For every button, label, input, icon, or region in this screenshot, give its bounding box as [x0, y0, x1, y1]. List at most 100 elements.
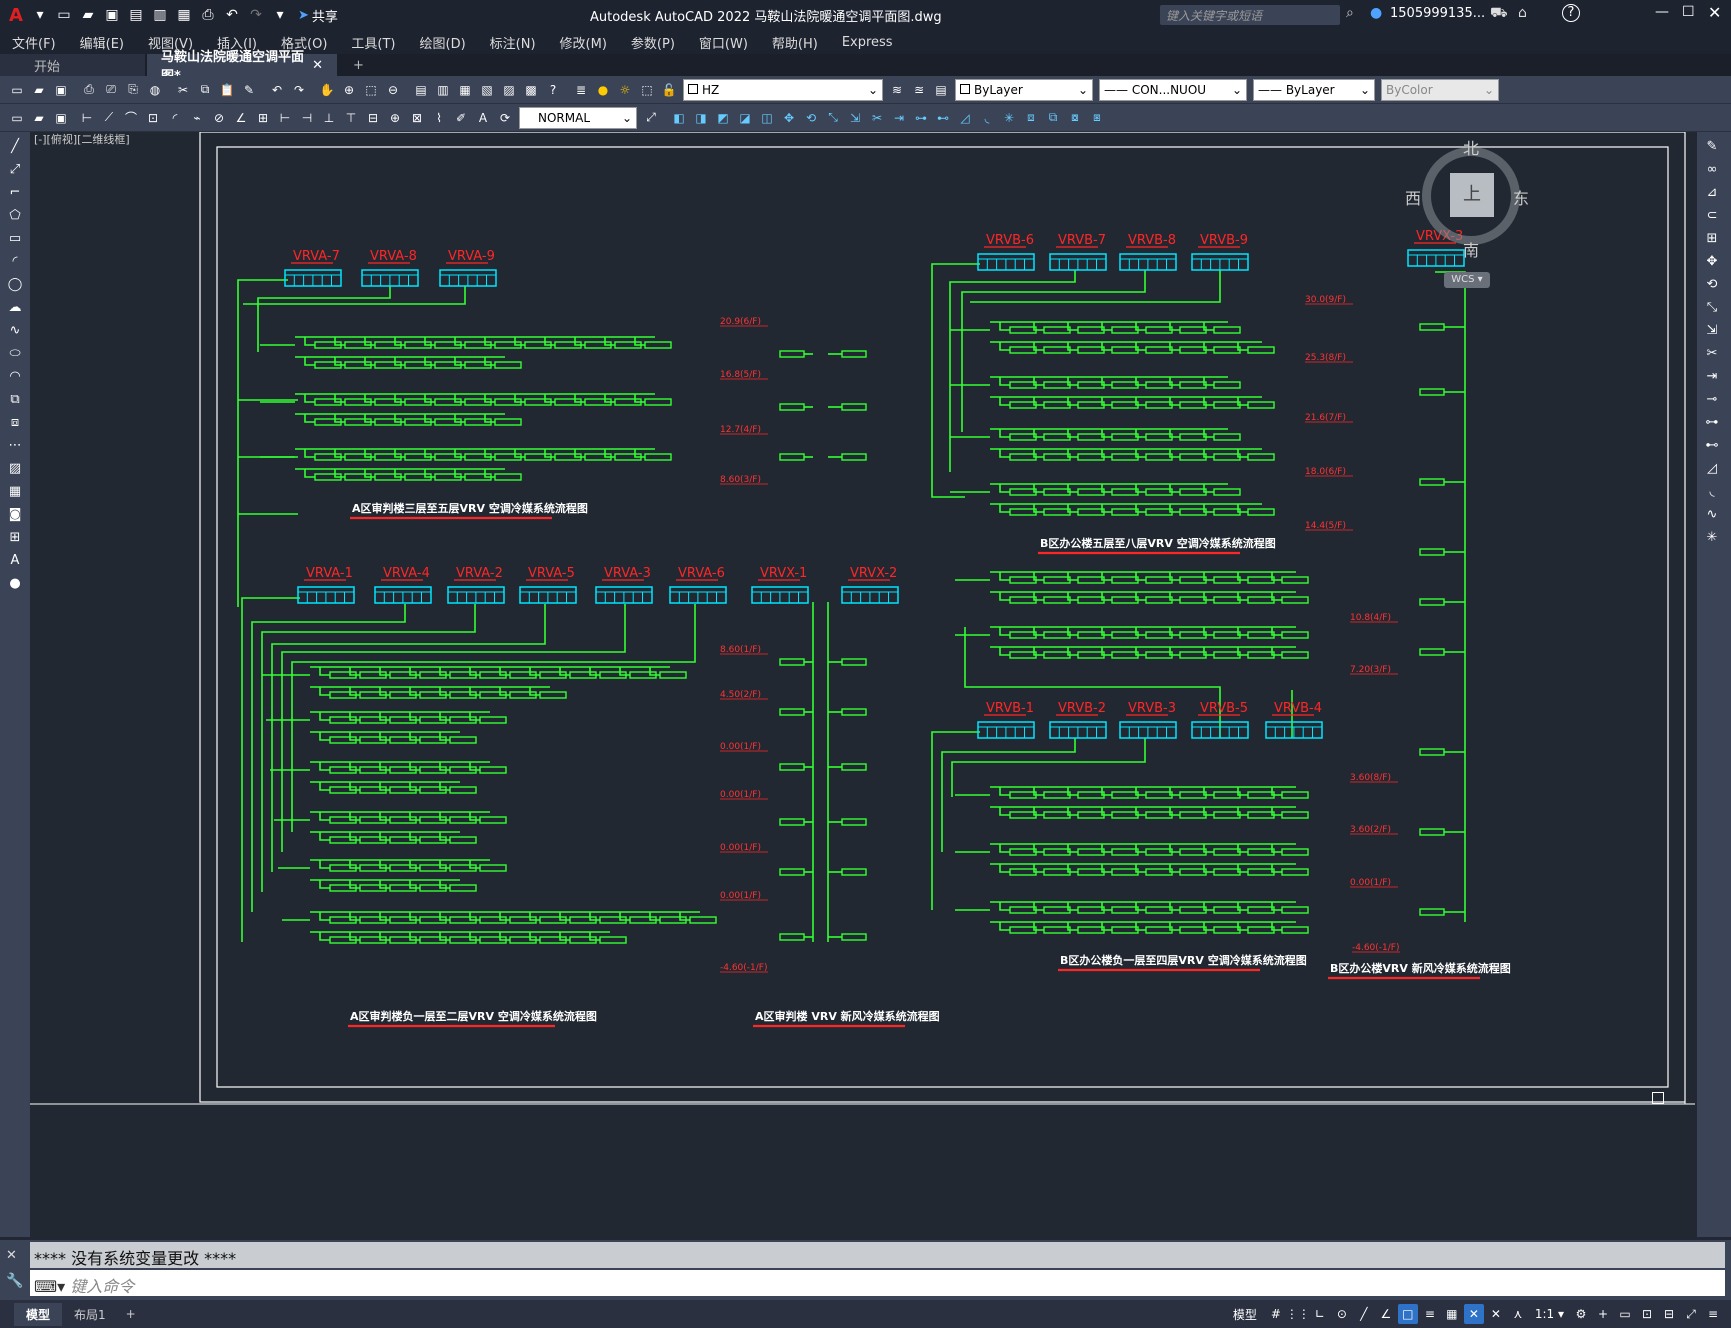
- menu-modify[interactable]: 修改(M): [548, 33, 619, 52]
- center-mark-icon[interactable]: ⊕: [385, 108, 405, 128]
- publish-icon[interactable]: ⎘: [123, 80, 143, 100]
- customize-menu-icon[interactable]: ≡: [1703, 1304, 1723, 1324]
- autodesk-icon[interactable]: ⌂: [1518, 5, 1527, 21]
- dimstyle-icon[interactable]: ⤢: [641, 108, 661, 128]
- layer-match-icon[interactable]: ▰: [29, 108, 49, 128]
- scale-icon[interactable]: ⤡: [1703, 298, 1721, 316]
- dim-break-icon[interactable]: ⊤: [341, 108, 361, 128]
- menu-file[interactable]: 文件(F): [0, 33, 68, 52]
- sun-icon[interactable]: ☼: [615, 80, 635, 100]
- inspect-icon[interactable]: ⊠: [407, 108, 427, 128]
- isolate-icon[interactable]: ⊟: [1659, 1304, 1679, 1324]
- close-cmd-icon[interactable]: ✕: [6, 1248, 17, 1263]
- close-tab-icon[interactable]: ✕: [312, 58, 323, 73]
- save-icon[interactable]: ▣: [102, 5, 122, 25]
- dim-radius-icon[interactable]: ◜: [165, 108, 185, 128]
- chevron-down-icon[interactable]: ▾: [30, 5, 50, 25]
- menu-dimension[interactable]: 标注(N): [478, 33, 548, 52]
- isodraft-icon[interactable]: ╱: [1354, 1304, 1374, 1324]
- chamfer-icon[interactable]: ◿: [1703, 459, 1721, 477]
- calculator-icon[interactable]: ▩: [521, 80, 541, 100]
- redo-icon[interactable]: ↷: [289, 80, 309, 100]
- paste-icon[interactable]: 📋: [217, 80, 237, 100]
- break-icon[interactable]: ⊶: [911, 108, 931, 128]
- transparency-icon[interactable]: ▦: [1442, 1304, 1462, 1324]
- matchprop-icon[interactable]: ✎: [239, 80, 259, 100]
- 3dprint-icon[interactable]: ◍: [145, 80, 165, 100]
- import-icon[interactable]: ▥: [150, 5, 170, 25]
- open-icon[interactable]: ▰: [78, 5, 98, 25]
- dim-edit-icon[interactable]: ✐: [451, 108, 471, 128]
- array-icon[interactable]: ⊞: [1703, 229, 1721, 247]
- insert-block-icon[interactable]: ⧉: [6, 390, 24, 408]
- explode-icon[interactable]: ✳: [999, 108, 1019, 128]
- scale-icon[interactable]: ⤡: [823, 108, 843, 128]
- toolpalette-icon[interactable]: ▦: [455, 80, 475, 100]
- share-button[interactable]: ➤ 共享: [298, 6, 338, 25]
- dimstyle-dropdown[interactable]: NORMAL ⌄: [519, 106, 637, 129]
- gradient-icon[interactable]: ▦: [6, 482, 24, 500]
- rotate-icon[interactable]: ⟲: [801, 108, 821, 128]
- add-layout-button[interactable]: +: [118, 1304, 144, 1324]
- dim-jogged-icon[interactable]: ⌁: [187, 108, 207, 128]
- fillet-icon[interactable]: ◟: [1703, 482, 1721, 500]
- properties-icon[interactable]: ▤: [411, 80, 431, 100]
- table-icon[interactable]: ⊞: [6, 528, 24, 546]
- drawing-canvas[interactable]: [-][俯视][二维线框] VRVA-7 VRVA-8 VRVA-9 20.9(6/F…: [30, 132, 1695, 1237]
- ellipse-icon[interactable]: ⬭: [6, 344, 24, 362]
- line-icon[interactable]: ╱: [6, 137, 24, 155]
- mirror-icon[interactable]: ⊿: [1703, 183, 1721, 201]
- make-current-layer-icon[interactable]: ≋: [887, 80, 907, 100]
- point-icon[interactable]: ⋯: [6, 436, 24, 454]
- sheetset-icon[interactable]: ▧: [477, 80, 497, 100]
- move-icon[interactable]: ✥: [779, 108, 799, 128]
- break-icon[interactable]: ⊶: [1703, 413, 1721, 431]
- user-name[interactable]: 1505999135...: [1390, 6, 1485, 21]
- tab-model[interactable]: 模型: [14, 1302, 63, 1326]
- explode-icon[interactable]: ✳: [1703, 528, 1721, 546]
- cmd-input[interactable]: ⌨▾ 键入命令: [30, 1270, 1725, 1296]
- draworder-icon[interactable]: ⧈: [1021, 108, 1041, 128]
- dim-aligned-icon[interactable]: ⟋: [99, 108, 119, 128]
- cut-icon[interactable]: ✂: [173, 80, 193, 100]
- search-icon[interactable]: ⌕: [1346, 5, 1354, 21]
- plot-icon[interactable]: ⎙: [79, 80, 99, 100]
- zoom-realtime-icon[interactable]: ⊕: [339, 80, 359, 100]
- help-icon[interactable]: ?: [543, 80, 563, 100]
- scale-dropdown[interactable]: 1:1 ▾: [1529, 1307, 1570, 1321]
- offset-icon[interactable]: ◪: [735, 108, 755, 128]
- markup-icon[interactable]: ▨: [499, 80, 519, 100]
- annotation-visibility-icon[interactable]: ✕: [1463, 1304, 1484, 1324]
- maximize-button[interactable]: ☐: [1682, 4, 1695, 20]
- polyline-icon[interactable]: ⌐: [6, 183, 24, 201]
- layer-iso-icon[interactable]: ▣: [51, 108, 71, 128]
- saveas-icon[interactable]: ▤: [126, 5, 146, 25]
- break-point-icon[interactable]: ⊸: [1703, 390, 1721, 408]
- hatch-icon[interactable]: ▨: [6, 459, 24, 477]
- viewcube-west[interactable]: 西: [1405, 185, 1421, 209]
- add-selected-icon[interactable]: ●: [6, 574, 24, 592]
- dim-text-edit-icon[interactable]: A: [473, 108, 493, 128]
- print-icon[interactable]: ⎙: [198, 5, 218, 25]
- menu-tools[interactable]: 工具(T): [339, 33, 407, 52]
- export-icon[interactable]: ▦: [174, 5, 194, 25]
- dim-continue-icon[interactable]: ⊣: [297, 108, 317, 128]
- save-icon[interactable]: ▣: [51, 80, 71, 100]
- erase-icon[interactable]: ✎: [1703, 137, 1721, 155]
- dim-diameter-icon[interactable]: ⊘: [209, 108, 229, 128]
- extend-icon[interactable]: ⇥: [1703, 367, 1721, 385]
- lock-icon[interactable]: 🔓: [659, 80, 679, 100]
- dim-baseline-icon[interactable]: ⊢: [275, 108, 295, 128]
- layer-properties-icon[interactable]: ≣: [571, 80, 591, 100]
- stretch-icon[interactable]: ⇲: [1703, 321, 1721, 339]
- chamfer-icon[interactable]: ◿: [955, 108, 975, 128]
- fillet-icon[interactable]: ◟: [977, 108, 997, 128]
- zoom-previous-icon[interactable]: ⊖: [383, 80, 403, 100]
- viewcube-south[interactable]: 南: [1463, 237, 1479, 261]
- pan-icon[interactable]: ✋: [317, 80, 337, 100]
- mirror-icon[interactable]: ◩: [713, 108, 733, 128]
- lineweight-dropdown[interactable]: —— ByLayer ⌄: [1253, 78, 1375, 101]
- copy-icon[interactable]: ⧉: [195, 80, 215, 100]
- stretch-icon[interactable]: ⇲: [845, 108, 865, 128]
- preview-icon[interactable]: ⎚: [101, 80, 121, 100]
